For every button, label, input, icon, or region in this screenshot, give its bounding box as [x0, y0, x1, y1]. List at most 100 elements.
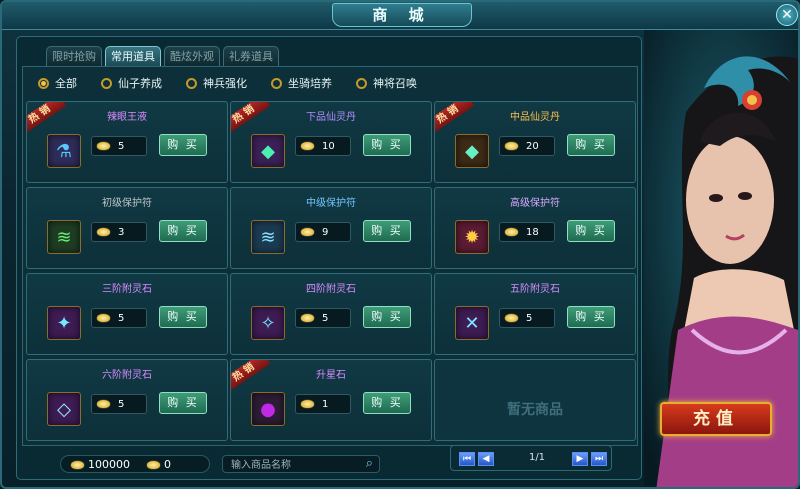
titlebar: 商 城 ✕: [2, 2, 798, 30]
price-field: 5: [91, 308, 147, 328]
item-name: 初级保护符: [102, 198, 152, 209]
filter-weapon[interactable]: 神兵强化: [186, 74, 247, 92]
gold-ingot-icon: [97, 314, 110, 322]
crystal-icon: ✕: [455, 306, 489, 340]
item-name: 下品仙灵丹: [306, 112, 356, 123]
price-field: 3: [91, 222, 147, 242]
gold-ingot-icon: [505, 228, 518, 236]
search-icon[interactable]: ⌕: [366, 457, 373, 471]
price-field: 9: [295, 222, 351, 242]
price-field: 5: [91, 136, 147, 156]
gold-ingot-icon: [301, 314, 314, 322]
gold-ingot-icon: [505, 314, 518, 322]
gold-amount: 100000: [71, 458, 130, 471]
jade-cube-icon: ◆: [251, 134, 285, 168]
gold-ingot-icon: [301, 228, 314, 236]
item-name: 五阶附灵石: [510, 284, 560, 295]
red-talisman-icon: ✹: [455, 220, 489, 254]
item-card-0: 热 销 辣眼王液 ⚗ 5 购 买: [26, 101, 228, 183]
radio-icon: [186, 77, 197, 89]
close-icon: ✕: [781, 7, 793, 23]
tab-bar: 限时抢购 常用道具 酷炫外观 礼券道具: [46, 46, 279, 66]
buy-button[interactable]: 购 买: [363, 306, 411, 328]
filter-summon[interactable]: 神将召唤: [356, 74, 417, 92]
recharge-button[interactable]: 充值: [660, 402, 772, 436]
page-indicator: 1/1: [528, 452, 546, 463]
buy-button[interactable]: 购 买: [159, 392, 207, 414]
pagination: ⏮ ◀ 1/1 ▶ ⏭: [450, 445, 612, 471]
gold-ingot-icon: [301, 400, 314, 408]
item-name: 中级保护符: [306, 198, 356, 209]
lock-ingot-icon: [147, 460, 160, 469]
gold-ingot-icon: [97, 400, 110, 408]
currency-bar: 100000 0: [60, 455, 210, 473]
item-name: 六阶附灵石: [102, 370, 152, 381]
price-field: 5: [295, 308, 351, 328]
radio-icon: [356, 77, 367, 89]
buy-button[interactable]: 购 买: [363, 134, 411, 156]
item-name: 辣眼王液: [107, 112, 147, 123]
price-field: 1: [295, 394, 351, 414]
price-field: 10: [295, 136, 351, 156]
potion-bag-icon: ⚗: [47, 134, 81, 168]
gold-ingot-icon: [71, 460, 84, 469]
close-button[interactable]: ✕: [776, 4, 798, 26]
gold-ingot-icon: [301, 142, 314, 150]
item-card-5: 高级保护符 ✹ 18 购 买: [434, 187, 636, 269]
tab-cool-appearance[interactable]: 酷炫外观: [164, 46, 220, 66]
jade-cube-icon: ◆: [455, 134, 489, 168]
price-field: 5: [499, 308, 555, 328]
item-name: 中品仙灵丹: [510, 112, 560, 123]
price-field: 20: [499, 136, 555, 156]
item-card-3: 初级保护符 ≋ 3 购 买: [26, 187, 228, 269]
buy-button[interactable]: 购 买: [363, 220, 411, 242]
radio-icon: [101, 77, 112, 89]
buy-button[interactable]: 购 买: [567, 134, 615, 156]
buy-button[interactable]: 购 买: [159, 134, 207, 156]
buy-button[interactable]: 购 买: [567, 306, 615, 328]
buy-button[interactable]: 购 买: [159, 220, 207, 242]
radio-icon: [271, 77, 282, 89]
price-field: 18: [499, 222, 555, 242]
radio-checked-icon: [38, 77, 49, 89]
gold-ingot-icon: [505, 142, 518, 150]
item-card-9: 六阶附灵石 ◇ 5 购 买: [26, 359, 228, 441]
item-name: 四阶附灵石: [306, 284, 356, 295]
search-box: ⌕: [222, 455, 380, 473]
tab-voucher-items[interactable]: 礼券道具: [223, 46, 279, 66]
item-card-6: 三阶附灵石 ✦ 5 购 买: [26, 273, 228, 355]
tab-common-items[interactable]: 常用道具: [105, 46, 161, 66]
star-stone-icon: ●: [251, 392, 285, 426]
filter-fairy[interactable]: 仙子养成: [101, 74, 162, 92]
buy-button[interactable]: 购 买: [567, 220, 615, 242]
filter-bar: 全部 仙子养成 神兵强化 坐骑培养 神将召唤: [38, 74, 441, 92]
window-title: 商 城: [332, 3, 472, 27]
item-card-2: 热 销 中品仙灵丹 ◆ 20 购 买: [434, 101, 636, 183]
next-page-button[interactable]: ▶: [572, 452, 588, 466]
search-input[interactable]: [231, 458, 357, 472]
item-card-1: 热 销 下品仙灵丹 ◆ 10 购 买: [230, 101, 432, 183]
item-card-8: 五阶附灵石 ✕ 5 购 买: [434, 273, 636, 355]
shop-window: 商 城 ✕ 限时抢购 常用道具 酷炫外观 礼券道具 全部 仙子养成 神兵强化 坐…: [0, 0, 800, 489]
gold-ingot-icon: [97, 228, 110, 236]
item-card-7: 四阶附灵石 ✧ 5 购 买: [230, 273, 432, 355]
filter-mount[interactable]: 坐骑培养: [271, 74, 332, 92]
item-name: 升星石: [316, 370, 346, 381]
buy-button[interactable]: 购 买: [363, 392, 411, 414]
prev-page-button[interactable]: ◀: [478, 452, 494, 466]
item-name: 高级保护符: [510, 198, 560, 209]
empty-slot: 暂无商品: [434, 359, 636, 441]
price-field: 5: [91, 394, 147, 414]
item-card-10: 热 销 升星石 ● 1 购 买: [230, 359, 432, 441]
tab-flash-sale[interactable]: 限时抢购: [46, 46, 102, 66]
crystal-icon: ◇: [47, 392, 81, 426]
last-page-button[interactable]: ⏭: [591, 452, 607, 466]
blue-talisman-icon: ≋: [251, 220, 285, 254]
filter-all[interactable]: 全部: [38, 74, 77, 92]
bound-gold-amount: 0: [147, 458, 171, 471]
first-page-button[interactable]: ⏮: [459, 452, 475, 466]
buy-button[interactable]: 购 买: [159, 306, 207, 328]
crystal-icon: ✦: [47, 306, 81, 340]
item-card-4: 中级保护符 ≋ 9 购 买: [230, 187, 432, 269]
item-name: 三阶附灵石: [102, 284, 152, 295]
